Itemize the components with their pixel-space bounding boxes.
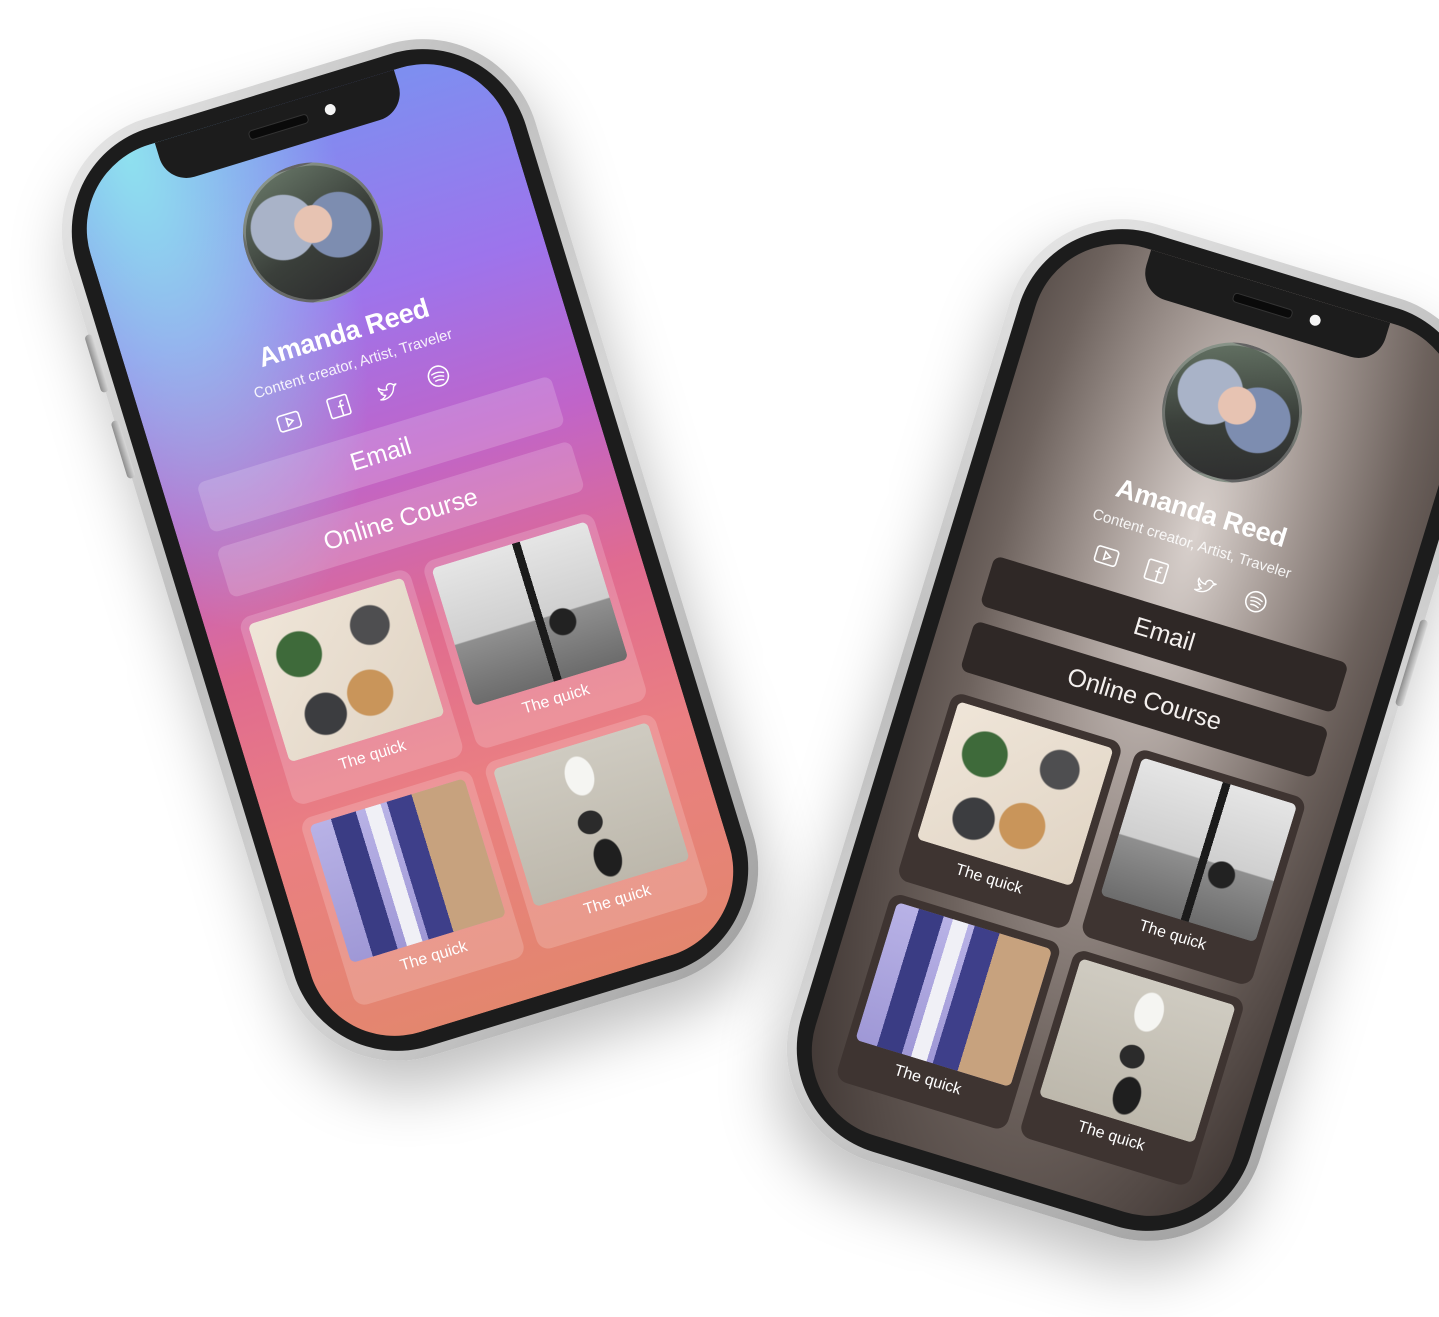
product-card[interactable]: The quick (482, 712, 711, 952)
product-grid: The quick The quick The quick The quick (237, 511, 711, 1008)
front-camera (323, 102, 338, 117)
front-camera (1308, 313, 1323, 328)
product-card[interactable]: The quick (237, 567, 466, 807)
product-card[interactable]: The quick (1018, 948, 1246, 1188)
product-card[interactable]: The quick (896, 691, 1124, 931)
product-card[interactable]: The quick (1079, 747, 1308, 987)
youtube-icon[interactable] (269, 402, 309, 442)
twitter-icon[interactable] (369, 371, 409, 411)
product-card[interactable]: The quick (421, 511, 649, 751)
mockup-stage: Amanda Reed Content creator, Artist, Tra… (0, 0, 1439, 1317)
phone-dark-theme: Amanda Reed Content creator, Artist, Tra… (757, 189, 1439, 1271)
twitter-icon[interactable] (1186, 567, 1226, 607)
phone-gradient-theme: Amanda Reed Content creator, Artist, Tra… (32, 9, 788, 1091)
product-grid: The quick The quick The quick The quick (834, 691, 1308, 1188)
facebook-icon[interactable] (319, 387, 359, 427)
phone-screen: Amanda Reed Content creator, Artist, Tra… (789, 222, 1439, 1238)
avatar (1144, 325, 1320, 500)
profile-page: Amanda Reed Content creator, Artist, Tra… (790, 222, 1439, 1238)
product-card[interactable]: The quick (834, 892, 1063, 1132)
spotify-icon[interactable] (1236, 582, 1276, 622)
speaker-grille (247, 113, 310, 141)
avatar (225, 145, 401, 320)
facebook-icon[interactable] (1136, 551, 1176, 591)
speaker-grille (1231, 291, 1294, 320)
youtube-icon[interactable] (1087, 536, 1127, 576)
product-card[interactable]: The quick (299, 768, 527, 1008)
spotify-icon[interactable] (418, 356, 458, 396)
